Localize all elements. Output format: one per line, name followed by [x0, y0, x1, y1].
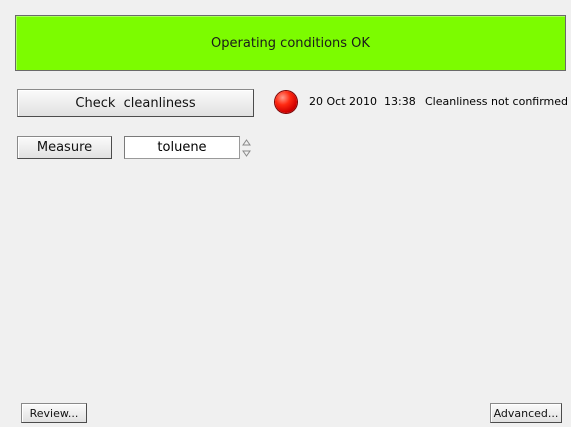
advanced-button[interactable]: Advanced...: [490, 403, 562, 423]
review-label: Review...: [29, 406, 79, 420]
check-cleanliness-button[interactable]: Check cleanliness: [17, 89, 254, 117]
chevron-down-icon[interactable]: [242, 149, 251, 158]
solvent-field[interactable]: toluene: [124, 136, 240, 159]
measure-label: Measure: [36, 140, 93, 155]
measure-button[interactable]: Measure: [17, 136, 112, 159]
check-cleanliness-label: Check cleanliness: [75, 95, 196, 111]
status-banner: Operating conditions OK: [15, 15, 566, 71]
cleanliness-status-message: Cleanliness not confirmed: [425, 95, 569, 108]
status-indicator-icon: [275, 91, 297, 113]
solvent-stepper[interactable]: [242, 138, 251, 158]
advanced-label: Advanced...: [493, 406, 559, 420]
status-banner-text: Operating conditions OK: [211, 35, 370, 51]
solvent-value: toluene: [157, 140, 207, 155]
cleanliness-timestamp: 20 Oct 2010 13:38: [309, 95, 416, 108]
review-button[interactable]: Review...: [21, 403, 87, 423]
chevron-up-icon[interactable]: [242, 138, 251, 147]
